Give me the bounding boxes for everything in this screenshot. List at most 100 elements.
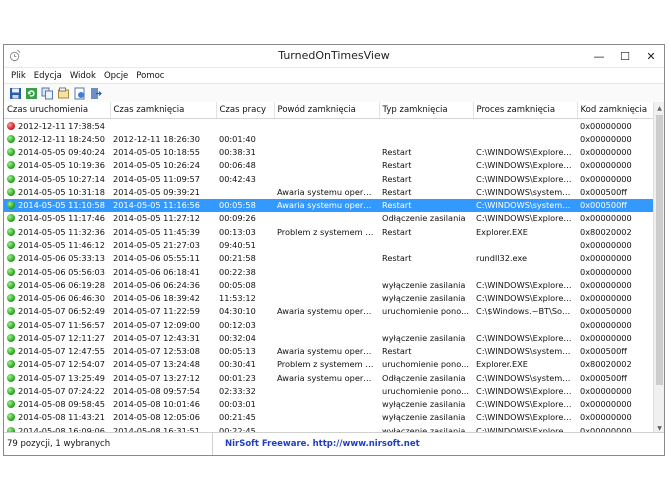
table-row[interactable]: 2014-05-06 06:46:30 2014-05-06 18:39:42 11… xyxy=(4,291,653,304)
column-header-process[interactable]: Proces zamknięcia xyxy=(473,102,578,119)
cell-duration: 00:01:40 xyxy=(219,133,256,144)
table-row[interactable]: 2014-05-07 13:25:49 2014-05-07 13:27:12 00… xyxy=(4,371,653,384)
cell-start-time: 2014-05-06 06:46:30 xyxy=(4,291,110,304)
cell-start-time: 2014-05-07 11:56:57 xyxy=(4,318,110,331)
ok-status-icon xyxy=(7,413,15,422)
refresh-icon[interactable] xyxy=(24,86,38,100)
title-bar[interactable]: TurnedOnTimesView — ☐ ✕ xyxy=(4,45,664,68)
cell-process: Explorer.EXE xyxy=(476,226,528,237)
table-row[interactable]: 2014-05-05 11:32:36 2014-05-05 11:45:39 00… xyxy=(4,225,653,238)
start-time-text: 2012-12-11 18:24:50 xyxy=(18,133,105,144)
cell-type: wyłączenie zasilania xyxy=(382,332,466,343)
column-header-duration[interactable]: Czas pracy xyxy=(216,102,275,119)
table-row[interactable]: 2014-05-07 11:56:57 2014-05-07 12:09:00 00… xyxy=(4,318,653,331)
table-row[interactable]: 2014-05-07 12:47:55 2014-05-07 12:53:08 00… xyxy=(4,345,653,358)
cell-type xyxy=(379,238,473,251)
cell-code: 0x00000000 xyxy=(580,412,632,423)
column-header-start-time[interactable]: Czas uruchomienia xyxy=(4,102,111,119)
html-report-icon[interactable] xyxy=(72,86,86,100)
cell-process xyxy=(473,238,577,251)
cell-start-time: 2014-05-07 12:11:27 xyxy=(4,331,110,344)
cell-reason: Awaria systemu operacy... xyxy=(274,198,379,212)
table-row[interactable]: 2014-05-05 11:10:58 2014-05-05 11:16:56 00… xyxy=(4,198,653,212)
cell-start-time: 2014-05-05 09:40:24 xyxy=(4,146,110,159)
table-header: Czas uruchomienia Czas zamknięcia Czas p… xyxy=(4,102,653,119)
table-row[interactable]: 2012-12-11 17:38:54 0x00000000 xyxy=(4,119,653,133)
menu-options[interactable]: Opcje xyxy=(100,71,132,81)
cell-code: 0x00050000 xyxy=(580,306,632,317)
cell-process: C:\WINDOWS\system32... xyxy=(473,198,577,212)
table-row[interactable]: 2014-05-05 10:19:36 2014-05-05 10:26:24 00… xyxy=(4,159,653,172)
scroll-up-arrow[interactable]: ▲ xyxy=(654,102,664,114)
cell-process xyxy=(473,265,577,278)
cell-code: 0x00000000 xyxy=(580,213,632,224)
cell-reason xyxy=(274,318,379,331)
cell-start-time: 2014-05-07 12:54:07 xyxy=(4,358,110,371)
start-time-text: 2014-05-06 06:19:28 xyxy=(18,279,105,290)
cell-code: 0x00000000 xyxy=(580,240,632,251)
ok-status-icon xyxy=(7,333,15,342)
column-header-type[interactable]: Typ zamknięcia xyxy=(379,102,474,119)
cell-type: uruchomienie pono... xyxy=(382,385,469,396)
menu-help[interactable]: Pomoc xyxy=(132,71,168,81)
cell-reason xyxy=(274,384,379,397)
cell-code: 0x80020002 xyxy=(580,226,632,237)
cell-code: 0x00000000 xyxy=(580,133,632,144)
nirsoft-link[interactable]: NirSoft Freeware. http://www.nirsoft.net xyxy=(213,439,420,449)
cell-code: 0x80020002 xyxy=(580,359,632,370)
menu-edit[interactable]: Edycja xyxy=(30,71,66,81)
start-time-text: 2014-05-05 11:46:12 xyxy=(18,240,105,251)
table-row[interactable]: 2012-12-11 18:24:50 2012-12-11 18:26:30 00… xyxy=(4,132,653,145)
ok-status-icon xyxy=(7,187,15,196)
properties-icon[interactable] xyxy=(56,86,70,100)
minimize-button[interactable]: — xyxy=(586,45,612,67)
cell-reason xyxy=(274,291,379,304)
cell-type xyxy=(379,119,473,133)
cell-process: rundll32.exe xyxy=(476,253,528,264)
table-row[interactable]: 2014-05-05 11:46:12 2014-05-05 21:27:03 09… xyxy=(4,238,653,251)
cell-start-time: 2014-05-07 07:24:22 xyxy=(4,384,110,397)
scrollbar-thumb[interactable] xyxy=(656,115,663,385)
menu-file[interactable]: Plik xyxy=(7,71,30,81)
cell-type: Restart xyxy=(382,147,412,158)
column-header-code[interactable]: Kod zamknięcia xyxy=(577,102,653,119)
column-header-end-time[interactable]: Czas zamknięcia xyxy=(110,102,217,119)
cell-duration: 00:13:03 xyxy=(219,226,256,237)
cell-reason xyxy=(274,132,379,145)
cell-duration: 00:21:45 xyxy=(219,412,256,423)
cell-type: wyłączenie zasilania xyxy=(382,293,466,304)
cell-duration: 00:30:41 xyxy=(219,359,256,370)
table-row[interactable]: 2014-05-07 07:24:22 2014-05-08 09:57:54 02… xyxy=(4,384,653,397)
close-button[interactable]: ✕ xyxy=(638,45,664,67)
table-row[interactable]: 2014-05-05 10:31:18 2014-05-05 09:39:21 Aw… xyxy=(4,185,653,198)
cell-code: 0x00000000 xyxy=(580,319,632,330)
table-row[interactable]: 2014-05-07 12:11:27 2014-05-07 12:43:31 00… xyxy=(4,331,653,344)
cell-code: 0x00000000 xyxy=(580,173,632,184)
cell-reason: Problem z systemem op... xyxy=(277,226,379,237)
table-row[interactable]: 2014-05-05 10:27:14 2014-05-05 11:09:57 00… xyxy=(4,172,653,185)
cell-start-time: 2012-12-11 17:38:54 xyxy=(4,119,110,133)
table-row[interactable]: 2014-05-07 06:52:49 2014-05-07 11:22:59 04… xyxy=(4,305,653,318)
table-row[interactable]: 2014-05-08 09:58:45 2014-05-08 10:01:46 00… xyxy=(4,398,653,411)
table-row[interactable]: 2014-05-06 05:56:03 2014-05-06 06:18:41 00… xyxy=(4,265,653,278)
maximize-button[interactable]: ☐ xyxy=(612,45,638,67)
table-row[interactable]: 2014-05-05 11:17:46 2014-05-05 11:27:12 00… xyxy=(4,212,653,225)
table-row[interactable]: 2014-05-05 09:40:24 2014-05-05 10:18:55 00… xyxy=(4,146,653,159)
menu-view[interactable]: Widok xyxy=(66,71,100,81)
table-row[interactable]: 2014-05-06 06:19:28 2014-05-06 06:24:36 00… xyxy=(4,278,653,291)
table-row[interactable]: 2014-05-07 12:54:07 2014-05-07 13:24:48 00… xyxy=(4,358,653,371)
cell-process xyxy=(473,318,577,331)
vertical-scrollbar[interactable]: ▲ ▼ xyxy=(653,102,664,434)
ok-status-icon xyxy=(7,267,15,276)
item-count-status: 79 pozycji, 1 wybranych xyxy=(4,433,213,455)
column-header-reason[interactable]: Powód zamknięcia xyxy=(274,102,380,119)
cell-process: C:\WINDOWS\system32... xyxy=(476,346,577,357)
save-icon[interactable] xyxy=(8,86,22,100)
exit-icon[interactable] xyxy=(88,86,102,100)
cell-start-time: 2014-05-05 10:27:14 xyxy=(4,172,110,185)
table-row[interactable]: 2014-05-08 11:43:21 2014-05-08 12:05:06 00… xyxy=(4,411,653,424)
start-time-text: 2014-05-05 09:40:24 xyxy=(18,147,105,158)
table-row[interactable]: 2014-05-06 05:33:13 2014-05-06 05:55:11 00… xyxy=(4,252,653,265)
cell-code: 0x00000000 xyxy=(580,253,632,264)
copy-icon[interactable] xyxy=(40,86,54,100)
